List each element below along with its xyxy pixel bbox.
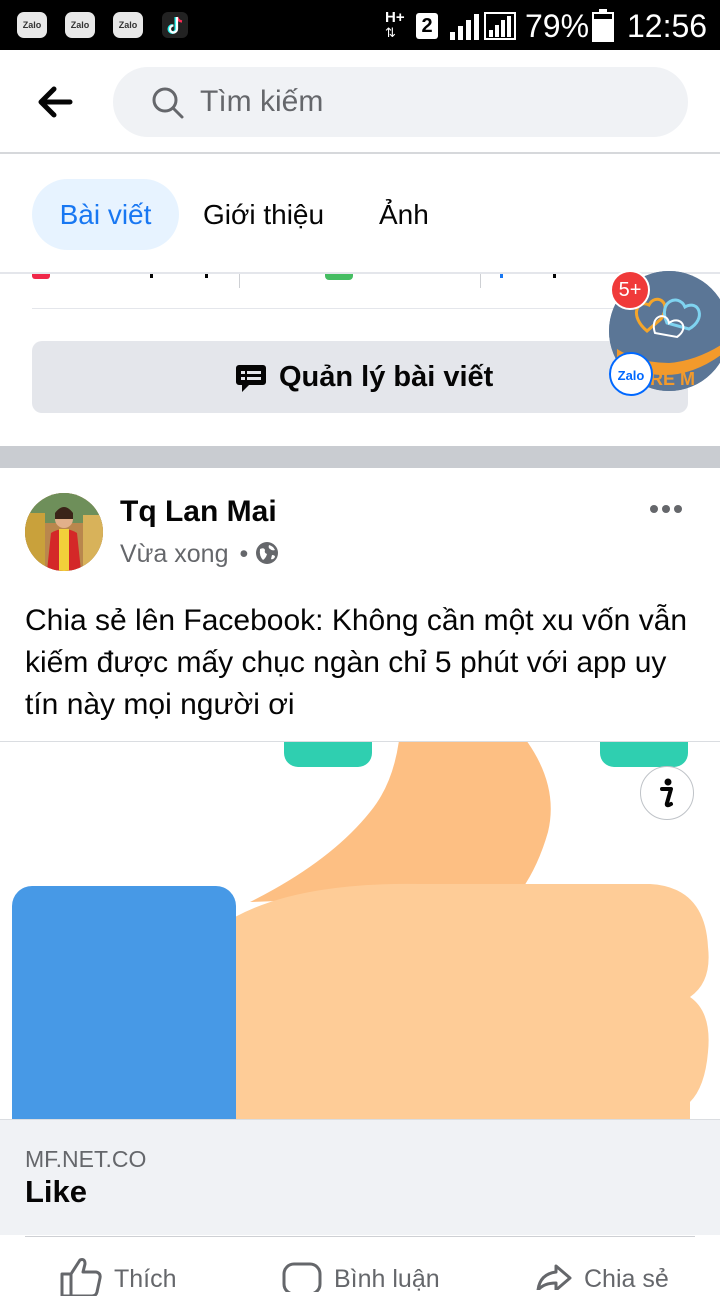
share-button[interactable]: Chia sẻ xyxy=(534,1256,694,1293)
info-icon xyxy=(660,778,673,808)
post-timestamp: Vừa xong • xyxy=(120,539,252,569)
tab-photos[interactable]: Ảnh xyxy=(379,179,429,250)
photo-icon xyxy=(325,274,353,280)
separator-dot: • xyxy=(239,540,249,568)
comment-button[interactable]: Bình luận xyxy=(282,1256,462,1293)
signal-icon xyxy=(450,14,479,40)
manage-posts-icon xyxy=(236,365,266,392)
search-placeholder[interactable]: Tìm kiếm xyxy=(200,84,323,120)
sim-slot-badge: 2 xyxy=(416,13,438,39)
search-icon xyxy=(152,87,184,119)
battery-percent: 79% xyxy=(525,8,590,44)
battery-icon xyxy=(592,9,614,42)
link-title: Like xyxy=(25,1174,88,1209)
manage-posts-label[interactable]: Quản lý bài viết xyxy=(279,358,493,396)
like-label: Thích xyxy=(114,1265,177,1293)
composer-label-fragment xyxy=(150,274,153,278)
live-icon xyxy=(32,274,50,279)
share-icon xyxy=(536,1264,572,1290)
zalo-badge: Zalo xyxy=(609,352,653,396)
zalo-notification-icon: Zalo xyxy=(65,12,95,38)
network-type-label: H+ xyxy=(385,9,405,26)
composer-row-divider xyxy=(32,308,688,309)
tab-about[interactable]: Giới thiệu xyxy=(203,179,324,250)
ad-info-button[interactable] xyxy=(640,766,694,820)
like-button[interactable]: Thích xyxy=(58,1256,208,1296)
link-preview-image[interactable] xyxy=(0,742,720,1119)
like-icon xyxy=(60,1258,102,1296)
avatar-photo xyxy=(25,493,103,571)
post-text: Chia sẻ lên Facebook: Không cần một xu v… xyxy=(25,604,688,721)
link-preview-info[interactable] xyxy=(0,1119,720,1235)
status-bar: Zalo Zalo Zalo H+ ⇅ 2 79% 12:56 xyxy=(0,0,720,50)
clock: 12:56 xyxy=(627,8,708,44)
zalo-notification-icon: Zalo xyxy=(113,12,143,38)
more-options-button[interactable] xyxy=(646,496,686,522)
comment-icon xyxy=(282,1262,322,1292)
composer-divider xyxy=(239,274,240,288)
globe-icon xyxy=(256,542,278,564)
post-time: Vừa xong xyxy=(120,540,229,568)
tiktok-notification-icon xyxy=(162,12,188,38)
zalo-notification-icon: Zalo xyxy=(17,12,47,38)
actions-divider xyxy=(25,1236,695,1237)
composer-label-fragment xyxy=(205,274,208,278)
header-divider xyxy=(0,152,720,154)
notification-count-badge: 5+ xyxy=(610,270,650,310)
share-label: Chia sẻ xyxy=(584,1265,669,1293)
link-domain: MF.NET.CO xyxy=(25,1146,147,1172)
composer-divider xyxy=(480,274,481,288)
avatar[interactable] xyxy=(25,493,103,571)
data-arrows-icon: ⇅ xyxy=(385,25,396,40)
comment-label: Bình luận xyxy=(334,1265,440,1293)
composer-label-fragment xyxy=(553,274,556,278)
composer-icon-fragment xyxy=(500,274,503,278)
section-separator xyxy=(0,446,720,468)
thumbs-up-illustration xyxy=(0,742,720,1119)
tab-posts[interactable]: Bài viết xyxy=(32,179,179,250)
back-arrow-icon xyxy=(38,86,73,118)
post-author[interactable]: Tq Lan Mai xyxy=(120,494,277,530)
back-button[interactable] xyxy=(30,80,80,124)
more-icon xyxy=(650,505,682,513)
signal-icon xyxy=(484,12,516,40)
tabs-divider xyxy=(0,272,720,274)
